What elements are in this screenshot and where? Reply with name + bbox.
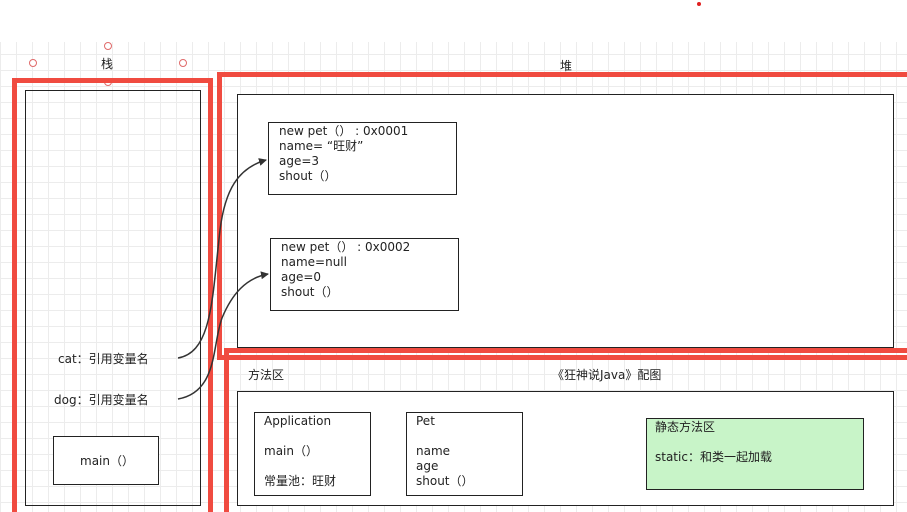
diagram-canvas: 栈 cat：引用变量名 dog：引用变量名 main（） 堆 new pet（）… xyxy=(0,0,907,512)
cat-reference-arrow xyxy=(177,158,267,359)
reference-arrows xyxy=(177,158,269,400)
dog-reference-arrow xyxy=(177,271,269,400)
